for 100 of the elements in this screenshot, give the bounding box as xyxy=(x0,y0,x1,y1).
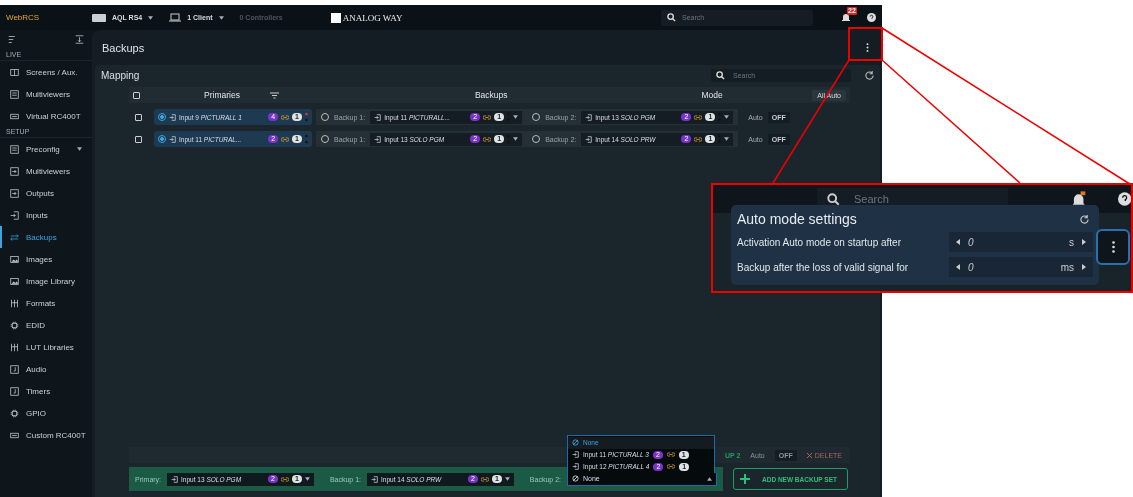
increment-arrow-icon[interactable] xyxy=(1082,264,1086,270)
caret-icon[interactable] xyxy=(724,137,730,141)
link-icon xyxy=(480,476,489,482)
input-icon xyxy=(371,475,379,483)
device-icon xyxy=(92,13,106,22)
collapse-icon[interactable] xyxy=(75,35,84,44)
input-icon xyxy=(374,135,382,143)
decrement-arrow-icon[interactable] xyxy=(956,264,960,270)
sidebar-item[interactable]: Image Library xyxy=(0,270,92,292)
bell-icon[interactable] xyxy=(1072,191,1086,207)
input-icon xyxy=(171,475,179,483)
link-icon xyxy=(694,114,703,120)
sidebar-item[interactable]: Virtual RC400T xyxy=(0,105,92,127)
sidebar-item[interactable]: Screens / Aux. xyxy=(0,61,92,83)
radio-button[interactable] xyxy=(158,113,166,121)
menu-item-icon xyxy=(10,89,19,99)
menu-item-icon xyxy=(10,408,19,418)
menu-icon[interactable] xyxy=(8,35,17,44)
link-icon xyxy=(666,452,675,457)
filter-icon[interactable] xyxy=(269,91,279,99)
sidebar-item[interactable]: Multiviewers xyxy=(0,83,92,105)
highlight-frame xyxy=(848,27,883,61)
sidebar-item[interactable]: Preconfig xyxy=(0,138,92,160)
brand-logo: ANALOG WAY xyxy=(342,12,403,23)
none-icon xyxy=(572,439,579,446)
caret-icon[interactable] xyxy=(76,147,82,151)
menu-item-icon xyxy=(10,232,19,242)
number-field[interactable]: 0 s xyxy=(949,232,1093,252)
caret-icon[interactable] xyxy=(304,477,310,481)
sidebar-item[interactable]: GPIO xyxy=(0,402,92,424)
caret-icon[interactable] xyxy=(707,476,712,481)
popup-title: Auto mode settings xyxy=(737,211,857,227)
menu-item-icon xyxy=(10,276,19,286)
link-icon xyxy=(281,136,290,142)
link-icon xyxy=(667,464,676,469)
laptop-icon xyxy=(169,13,182,22)
app-logo: WebRCS xyxy=(6,13,41,22)
sidebar-item[interactable]: Outputs xyxy=(0,182,92,204)
link-icon xyxy=(694,136,703,142)
menu-item-icon xyxy=(10,67,19,77)
input-icon xyxy=(572,451,579,458)
number-field[interactable]: 0 ms xyxy=(949,257,1093,277)
menu-item-icon xyxy=(10,254,19,264)
select-all-checkbox[interactable] xyxy=(133,91,140,99)
caret-icon[interactable] xyxy=(504,477,510,481)
search-icon xyxy=(716,70,725,80)
sidebar-item[interactable]: Images xyxy=(0,248,92,270)
link-icon xyxy=(281,476,289,482)
sidebar-item[interactable]: Inputs xyxy=(0,204,92,226)
caret-icon[interactable] xyxy=(513,137,519,141)
caret-icon[interactable] xyxy=(218,15,224,20)
help-icon[interactable] xyxy=(867,13,876,22)
reset-icon[interactable] xyxy=(1080,214,1089,224)
sidebar-item[interactable]: Audio xyxy=(0,358,92,380)
sidebar-item[interactable]: Custom RC400T xyxy=(0,424,92,446)
sidebar-item[interactable]: EDID xyxy=(0,314,92,336)
none-icon xyxy=(572,475,579,482)
sidebar-item[interactable]: LUT Libraries xyxy=(0,336,92,358)
column-header: Backups xyxy=(474,90,508,100)
brand-mark-icon xyxy=(330,12,341,23)
input-icon xyxy=(585,135,593,143)
link-icon xyxy=(281,114,290,120)
reset-icon[interactable] xyxy=(865,70,874,80)
radio-button[interactable] xyxy=(158,135,166,143)
link-icon xyxy=(483,114,492,120)
caret-icon[interactable] xyxy=(148,15,154,20)
sidebar-item[interactable]: Multiviewers xyxy=(0,160,92,182)
sidebar-item[interactable]: Timers xyxy=(0,380,92,402)
bell-icon[interactable] xyxy=(841,11,851,22)
menu-item-icon xyxy=(10,430,19,440)
row-checkbox[interactable] xyxy=(135,135,142,143)
increment-arrow-icon[interactable] xyxy=(1082,239,1086,245)
input-icon xyxy=(169,113,176,121)
input-icon xyxy=(585,113,593,121)
setting-label: Backup after the loss of valid signal for xyxy=(737,261,909,273)
setting-label: Activation Auto mode on startup after xyxy=(737,236,901,248)
caret-icon[interactable] xyxy=(513,115,519,119)
menu-item-icon xyxy=(10,188,19,198)
search-icon xyxy=(827,192,840,206)
row-checkbox[interactable] xyxy=(135,113,142,121)
decrement-arrow-icon[interactable] xyxy=(956,239,960,245)
more-options-button[interactable] xyxy=(1096,229,1130,265)
close-icon xyxy=(806,452,812,458)
menu-item-icon xyxy=(10,298,19,308)
menu-item-icon xyxy=(10,364,19,374)
menu-item-icon xyxy=(10,166,19,176)
menu-item-icon xyxy=(10,320,19,330)
more-options-icon xyxy=(865,43,869,52)
input-icon xyxy=(374,113,382,121)
menu-item-icon xyxy=(10,342,19,352)
column-header: Primaries xyxy=(204,90,240,100)
sidebar-item[interactable]: Formats xyxy=(0,292,92,314)
menu-item-icon xyxy=(10,111,19,121)
help-icon[interactable] xyxy=(1117,192,1131,206)
section-title: Mapping xyxy=(101,69,140,81)
caret-icon[interactable] xyxy=(724,115,730,119)
more-options-icon xyxy=(1111,240,1115,254)
page-title: Backups xyxy=(102,41,145,54)
menu-item-icon xyxy=(10,386,19,396)
link-icon xyxy=(483,136,492,142)
